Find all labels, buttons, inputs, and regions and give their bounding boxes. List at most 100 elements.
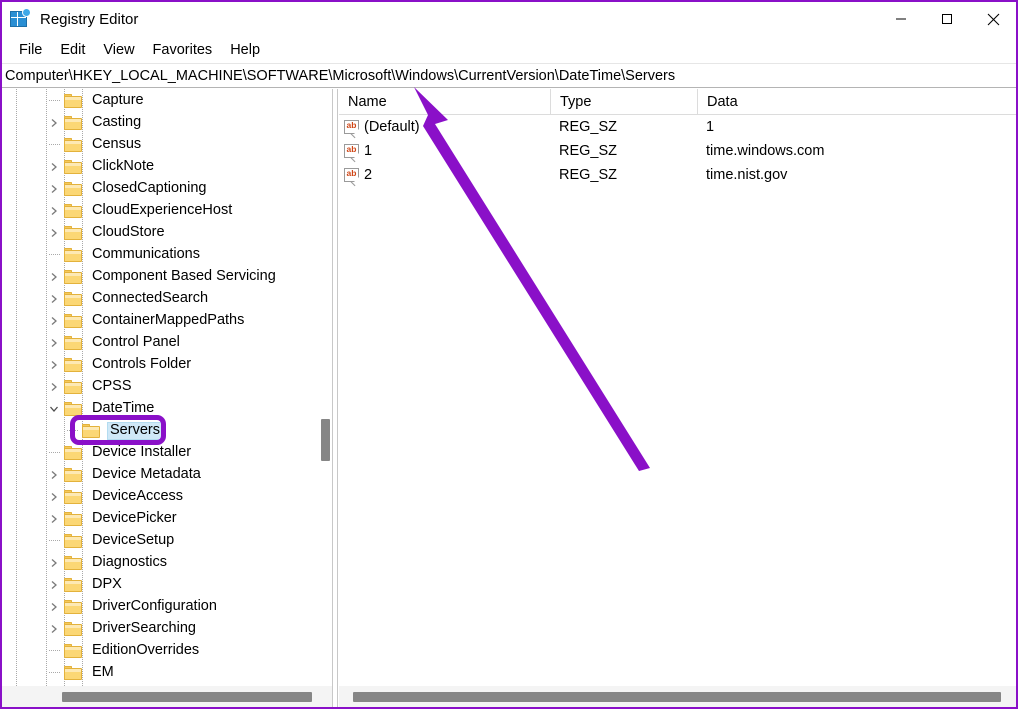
tree-item[interactable]: DeviceAccess — [2, 486, 332, 508]
chevron-right-icon[interactable] — [46, 618, 62, 640]
chevron-down-icon[interactable] — [46, 398, 62, 420]
chevron-right-icon[interactable] — [46, 310, 62, 332]
value-name: 1 — [364, 143, 373, 159]
column-header-type[interactable]: Type — [550, 89, 697, 114]
menu-item-favorites[interactable]: Favorites — [144, 39, 222, 61]
tree-item[interactable]: Census — [2, 134, 332, 156]
chevron-right-icon[interactable] — [46, 596, 62, 618]
value-row[interactable]: ab (Default) REG_SZ 1 — [339, 115, 1016, 139]
tree-item-content: ConnectedSearch — [64, 290, 211, 308]
value-name-cell: ab (Default) — [344, 115, 550, 139]
tree-item[interactable]: Controls Folder — [2, 354, 332, 376]
folder-icon — [64, 556, 82, 570]
tree-item[interactable]: Control Panel — [2, 332, 332, 354]
tree-item[interactable]: ConnectedSearch — [2, 288, 332, 310]
tree-item-label: EditionOverrides — [92, 642, 200, 659]
tree-item-label: Control Panel — [92, 334, 180, 351]
maximize-button[interactable] — [924, 2, 970, 36]
tree-item[interactable]: Diagnostics — [2, 552, 332, 574]
tree-item-label: EM — [92, 664, 114, 681]
chevron-right-icon[interactable] — [46, 376, 62, 398]
menu-item-help[interactable]: Help — [221, 39, 269, 61]
tree-item-label: DevicePicker — [92, 510, 177, 527]
chevron-right-icon[interactable] — [46, 112, 62, 134]
tree-item[interactable]: Casting — [2, 112, 332, 134]
tree-vertical-scrollbar[interactable] — [318, 89, 332, 686]
tree-item-content: CloudExperienceHost — [64, 202, 235, 220]
chevron-right-icon[interactable] — [46, 200, 62, 222]
minimize-button[interactable] — [878, 2, 924, 36]
registry-tree[interactable]: Capture Casting Census ClickNote ClosedCapti… — [2, 89, 332, 686]
chevron-right-icon[interactable] — [46, 552, 62, 574]
tree-item[interactable]: CloudExperienceHost — [2, 200, 332, 222]
window-title: Registry Editor — [40, 10, 139, 28]
chevron-right-icon[interactable] — [46, 574, 62, 596]
tree-item[interactable]: Device Metadata — [2, 464, 332, 486]
tree-item[interactable]: DateTime — [2, 398, 332, 420]
tree-item-content: DateTime — [64, 400, 157, 418]
menu-item-edit[interactable]: Edit — [51, 39, 94, 61]
value-row[interactable]: ab 1 REG_SZ time.windows.com — [339, 139, 1016, 163]
folder-icon — [64, 94, 82, 108]
address-bar[interactable]: Computer\HKEY_LOCAL_MACHINE\SOFTWARE\Mic… — [2, 63, 1016, 88]
tree-horizontal-scrollbar[interactable] — [2, 686, 332, 707]
values-horizontal-scrollbar[interactable] — [339, 686, 1016, 707]
tree-item-content: DevicePicker — [64, 510, 180, 528]
tree-item[interactable]: EM — [2, 662, 332, 684]
tree-item-content: Capture — [64, 92, 147, 110]
tree-item-selected[interactable]: Servers — [2, 420, 332, 442]
tree-item-content: ClosedCaptioning — [64, 180, 209, 198]
close-icon — [987, 13, 999, 25]
tree-item[interactable]: EditionOverrides — [2, 640, 332, 662]
menu-item-view[interactable]: View — [94, 39, 143, 61]
chevron-right-icon[interactable] — [46, 464, 62, 486]
values-horizontal-scroll-thumb[interactable] — [353, 692, 1001, 702]
value-row[interactable]: ab 2 REG_SZ time.nist.gov — [339, 163, 1016, 187]
tree-item-content: Control Panel — [64, 334, 183, 352]
tree-item[interactable]: Capture — [2, 90, 332, 112]
value-data: time.windows.com — [706, 143, 825, 159]
window-controls — [878, 2, 1016, 36]
pane-splitter[interactable] — [332, 89, 338, 707]
tree-item-content: DPX — [64, 576, 125, 594]
tree-item-content: DeviceAccess — [64, 488, 186, 506]
tree-item-content: Device Metadata — [64, 466, 204, 484]
tree-item[interactable]: ClosedCaptioning — [2, 178, 332, 200]
tree-vertical-scroll-thumb[interactable] — [321, 419, 330, 461]
chevron-right-icon[interactable] — [46, 486, 62, 508]
tree-item[interactable]: DevicePicker — [2, 508, 332, 530]
tree-item-content: CloudStore — [64, 224, 168, 242]
tree-item[interactable]: ContainerMappedPaths — [2, 310, 332, 332]
tree-item-content: DriverConfiguration — [64, 598, 220, 616]
tree-item[interactable]: DriverConfiguration — [2, 596, 332, 618]
close-button[interactable] — [970, 2, 1016, 36]
chevron-right-icon[interactable] — [46, 332, 62, 354]
tree-item[interactable]: DPX — [2, 574, 332, 596]
chevron-right-icon[interactable] — [46, 266, 62, 288]
chevron-right-icon[interactable] — [46, 156, 62, 178]
tree-item-label: ClosedCaptioning — [92, 180, 207, 197]
folder-icon — [64, 446, 82, 460]
chevron-right-icon[interactable] — [46, 222, 62, 244]
tree-item[interactable]: Communications — [2, 244, 332, 266]
tree-horizontal-scroll-thumb[interactable] — [62, 692, 312, 702]
chevron-right-icon[interactable] — [46, 354, 62, 376]
tree-item[interactable]: DriverSearching — [2, 618, 332, 640]
tree-item[interactable]: ClickNote — [2, 156, 332, 178]
column-header-name[interactable]: Name — [339, 89, 550, 114]
tree-item[interactable]: Device Installer — [2, 442, 332, 464]
chevron-right-icon[interactable] — [46, 288, 62, 310]
chevron-right-icon[interactable] — [46, 178, 62, 200]
folder-icon — [64, 512, 82, 526]
column-header-data[interactable]: Data — [697, 89, 1016, 114]
menu-item-file[interactable]: File — [10, 39, 51, 61]
tree-item[interactable]: CPSS — [2, 376, 332, 398]
folder-icon — [64, 270, 82, 284]
tree-item[interactable]: DeviceSetup — [2, 530, 332, 552]
tree-item[interactable]: Component Based Servicing — [2, 266, 332, 288]
tree-item[interactable]: CloudStore — [2, 222, 332, 244]
tree-item-label: CPSS — [92, 378, 132, 395]
registry-editor-window: Registry Editor File Edit View Favorites… — [0, 0, 1018, 709]
values-list[interactable]: ab (Default) REG_SZ 1 ab 1 REG_SZ time.windows.… — [339, 115, 1016, 187]
chevron-right-icon[interactable] — [46, 508, 62, 530]
